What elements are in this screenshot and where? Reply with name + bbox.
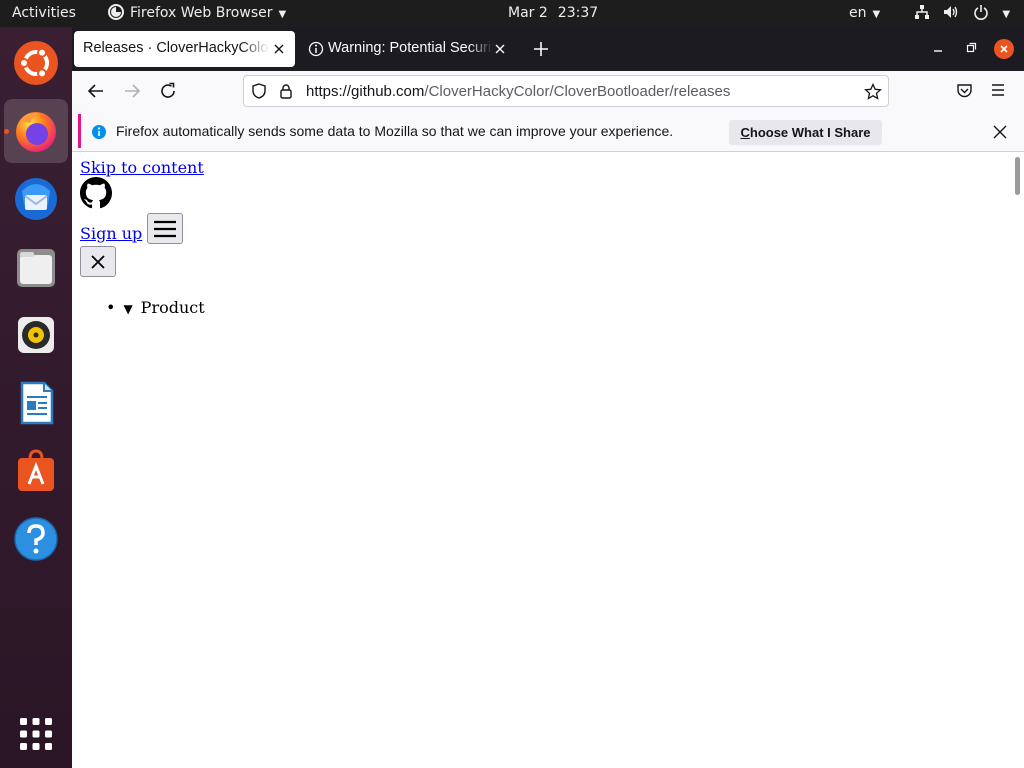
language-indicator[interactable]: en ▼ — [849, 0, 880, 27]
close-icon — [91, 254, 105, 269]
firefox-launcher[interactable] — [4, 99, 68, 163]
writer-launcher[interactable] — [4, 371, 68, 435]
page-content: Skip to content Sign up • ▼ Product — [72, 153, 1024, 768]
nav-item-label: Product — [140, 298, 205, 317]
url-host: https://github.com — [306, 83, 425, 100]
rhythmbox-icon — [18, 317, 54, 353]
list-bullet: • — [106, 298, 116, 317]
thunderbird-icon — [15, 178, 57, 220]
url-text: https://github.com/CloverHackyColor/Clov… — [306, 83, 730, 100]
navigation-toolbar: https://github.com/CloverHackyColor/Clov… — [72, 71, 1024, 111]
clock-time: 23:37 — [557, 5, 599, 21]
url-path: /CloverHackyColor/CloverBootloader/relea… — [424, 83, 731, 100]
close-icon[interactable] — [492, 41, 508, 57]
chevron-down-icon: ▼ — [1002, 9, 1011, 20]
page-scrollbar[interactable] — [1015, 157, 1020, 195]
language-label: en — [849, 5, 867, 21]
top-bar: Activities Firefox Web Browser ▼ Mar 2 23:… — [0, 0, 1024, 27]
skip-to-content-link[interactable]: Skip to content — [80, 158, 204, 177]
app-menu-label: Firefox Web Browser — [130, 5, 273, 21]
choose-what-i-share-button[interactable]: Choose What I Share — [729, 120, 882, 145]
files-icon — [17, 249, 55, 287]
lock-icon[interactable] — [278, 83, 294, 99]
sign-up-link[interactable]: Sign up — [80, 224, 142, 243]
close-icon[interactable] — [992, 124, 1008, 140]
tab-label: Warning: Potential Security Risk Ahead — [328, 40, 493, 56]
app-menu[interactable]: Firefox Web Browser ▼ — [108, 0, 286, 27]
reload-button[interactable] — [159, 82, 177, 100]
new-tab-button[interactable] — [531, 39, 551, 59]
accesskey-letter: C — [740, 125, 750, 140]
choose-button-label: hoose What I Share — [749, 125, 871, 140]
chevron-down-icon: ▼ — [872, 9, 881, 20]
help-icon — [14, 517, 58, 561]
thunderbird-launcher[interactable] — [4, 167, 68, 231]
firefox-small-icon — [108, 4, 124, 20]
disclosure-triangle-icon: ▼ — [123, 302, 133, 316]
system-menu[interactable]: ▼ — [914, 0, 1010, 27]
show-applications-button[interactable] — [4, 702, 68, 766]
ubuntu-icon — [14, 41, 58, 85]
volume-icon — [944, 6, 958, 18]
nav-item-product[interactable]: • ▼ Product — [106, 298, 205, 317]
ubuntu-launcher[interactable] — [4, 31, 68, 95]
firefox-window: Releases · CloverHackyColor/CloverBootlo… — [72, 27, 1024, 768]
app-grid-icon — [20, 718, 52, 750]
dock — [0, 27, 72, 768]
software-icon — [18, 449, 54, 491]
window-close-button[interactable] — [994, 39, 1014, 59]
forward-button[interactable] — [123, 82, 141, 100]
hamburger-icon — [154, 220, 176, 237]
notification-message: Firefox automatically sends some data to… — [116, 123, 674, 139]
running-indicator — [4, 129, 9, 134]
info-icon — [308, 41, 324, 57]
help-launcher[interactable] — [4, 507, 68, 571]
activities-button[interactable]: Activities — [12, 0, 76, 27]
clock[interactable]: Mar 2 23:37 — [508, 0, 598, 27]
tab-releases[interactable]: Releases · CloverHackyColor/CloverBootlo… — [74, 31, 295, 67]
back-button[interactable] — [87, 82, 105, 100]
github-logo-icon[interactable] — [80, 177, 112, 209]
close-menu-button[interactable] — [80, 246, 116, 277]
chevron-down-icon: ▼ — [278, 9, 287, 20]
tab-label: Releases · CloverHackyColor/CloverBootlo… — [83, 40, 269, 56]
tracking-protection-icon[interactable] — [251, 83, 267, 99]
writer-icon — [20, 381, 54, 425]
bookmark-star-icon[interactable] — [864, 83, 882, 101]
files-launcher[interactable] — [4, 235, 68, 299]
address-bar[interactable]: https://github.com/CloverHackyColor/Clov… — [243, 75, 889, 107]
close-icon[interactable] — [271, 41, 287, 57]
pocket-icon[interactable] — [956, 82, 973, 99]
rhythmbox-launcher[interactable] — [4, 303, 68, 367]
hamburger-menu-icon[interactable] — [990, 83, 1006, 97]
close-icon — [1000, 45, 1008, 53]
power-icon — [974, 5, 988, 20]
firefox-icon — [16, 112, 56, 152]
software-launcher[interactable] — [4, 439, 68, 503]
maximize-button[interactable] — [965, 42, 977, 54]
clock-date: Mar 2 — [508, 5, 548, 21]
info-icon — [92, 125, 106, 139]
tab-warning[interactable]: Warning: Potential Security Risk Ahead — [300, 31, 516, 67]
notification-accent — [78, 114, 81, 148]
notification-bar: Firefox automatically sends some data to… — [72, 111, 1024, 152]
menu-toggle-button[interactable] — [147, 213, 183, 244]
network-icon — [915, 5, 929, 19]
tab-bar: Releases · CloverHackyColor/CloverBootlo… — [72, 27, 1024, 71]
minimize-button[interactable] — [932, 42, 944, 54]
